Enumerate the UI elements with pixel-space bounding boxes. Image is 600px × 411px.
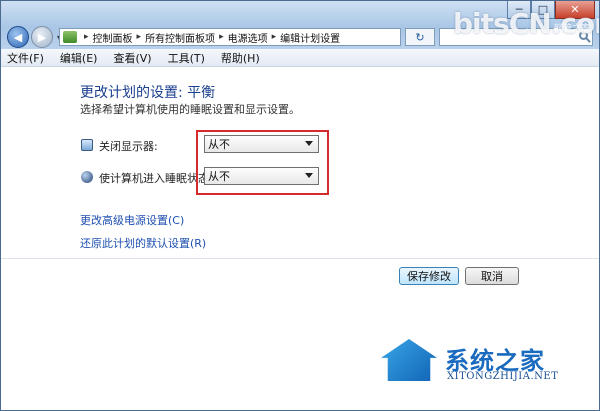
breadcrumb-separator[interactable]: ▸ [272,32,277,42]
page-subtitle: 选择希望计算机使用的睡眠设置和显示设置。 [80,103,300,116]
breadcrumb-label: 控制面板 [92,33,133,45]
page-title: 更改计划的设置: 平衡 [80,85,216,101]
back-button[interactable]: ◀ [7,26,29,48]
navigation-buttons: ◀ ▶ ▾ [7,26,65,48]
cancel-button[interactable]: 取消 [465,267,519,285]
arrow-left-icon: ◀ [13,30,23,44]
breadcrumb-item-3[interactable]: ▸ 编辑计划设置 [268,30,341,45]
sleep-select[interactable]: 从不 [204,167,319,185]
watermark-url: XITONGZHIJIA.NET [447,371,559,382]
address-bar[interactable]: ▸ 控制面板 ▸ 所有控制面板项 ▸ 电源选项 ▸ 编辑计划设置 [59,28,401,46]
breadcrumb-label: 所有控制面板项 [145,33,216,45]
menu-bar: 文件(F) 编辑(E) 查看(V) 工具(T) 帮助(H) [1,49,599,67]
turn-off-display-label: 关闭显示器: [99,140,158,153]
monitor-icon [81,139,93,151]
menu-edit[interactable]: 编辑(E) [60,50,98,66]
refresh-button[interactable]: ↻ [405,28,435,46]
menu-view[interactable]: 查看(V) [113,50,151,66]
restore-defaults-link[interactable]: 还原此计划的默认设置(R) [80,235,206,251]
breadcrumb-item-0[interactable]: ▸ 控制面板 [80,30,133,45]
breadcrumb-separator[interactable]: ▸ [219,32,224,42]
select-value: 从不 [208,170,230,183]
breadcrumb-item-1[interactable]: ▸ 所有控制面板项 [133,30,216,45]
title-bar: ─ □ ✕ ◀ ▶ ▾ ▸ 控制面板 ▸ 所有控制面板项 ▸ [1,1,599,49]
moon-icon [81,171,93,183]
forward-button[interactable]: ▶ [31,26,53,48]
control-panel-window: ─ □ ✕ ◀ ▶ ▾ ▸ 控制面板 ▸ 所有控制面板项 ▸ [0,0,600,411]
chevron-down-icon [305,141,313,146]
advanced-power-settings-link[interactable]: 更改高级电源设置(C) [80,212,184,228]
breadcrumb-item-2[interactable]: ▸ 电源选项 [215,30,268,45]
breadcrumb-label: 电源选项 [227,33,268,45]
select-value: 从不 [208,138,230,151]
divider [1,258,599,259]
menu-file[interactable]: 文件(F) [7,50,44,66]
breadcrumb-separator[interactable]: ▸ [84,32,89,42]
refresh-icon: ↻ [415,30,425,44]
save-button[interactable]: 保存修改 [399,267,459,285]
control-panel-icon [63,31,77,43]
chevron-down-icon [305,173,313,178]
menu-help[interactable]: 帮助(H) [221,50,260,66]
breadcrumb-separator[interactable]: ▸ [137,32,142,42]
turn-off-display-select[interactable]: 从不 [204,135,319,153]
watermark-bitscn-sub2: .com [554,33,577,43]
arrow-right-icon: ▶ [37,30,47,44]
breadcrumb-label: 编辑计划设置 [280,33,341,45]
menu-tools[interactable]: 工具(T) [168,50,205,66]
